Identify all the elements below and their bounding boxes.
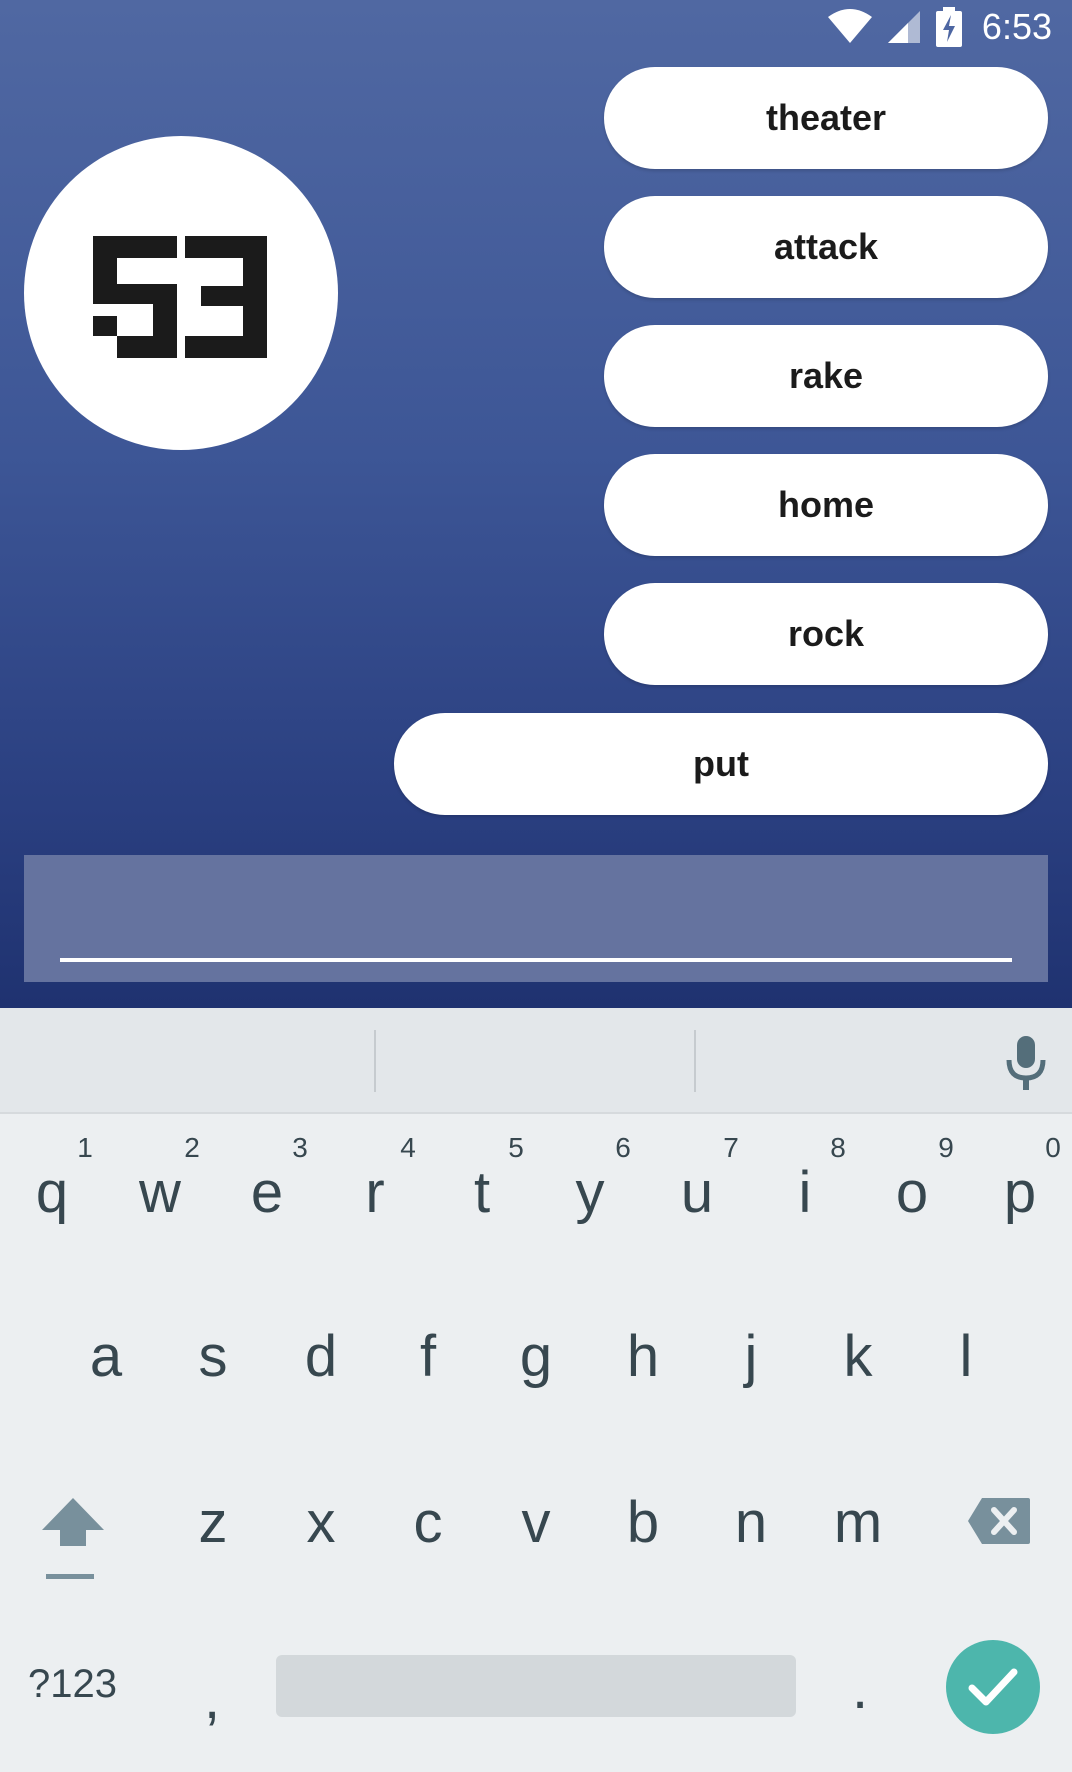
key-i[interactable]: i [765, 1164, 845, 1222]
game-screen: 6:53 53 theater attack rake home rock pu… [0, 0, 1072, 1008]
word-label: theater [765, 97, 887, 138]
key-hint: 4 [400, 1132, 416, 1163]
cell-signal-icon [886, 9, 922, 45]
key-hint: 7 [723, 1132, 739, 1163]
key-l[interactable]: l [926, 1328, 1006, 1386]
check-icon [968, 1668, 1018, 1706]
key-b[interactable]: b [603, 1494, 683, 1552]
suggestion-divider [374, 1030, 376, 1092]
key-hint: 8 [830, 1132, 846, 1163]
word-pill-1[interactable]: theater [604, 67, 1048, 169]
suggestion-divider [694, 1030, 696, 1092]
key-t[interactable]: t [442, 1164, 522, 1222]
key-w[interactable]: w [120, 1164, 200, 1222]
key-hint: 3 [292, 1132, 308, 1163]
key-m[interactable]: m [818, 1494, 898, 1552]
key-d[interactable]: d [281, 1328, 361, 1386]
key-hint: 1 [77, 1132, 93, 1163]
key-hint: 9 [938, 1132, 954, 1163]
key-x[interactable]: x [281, 1494, 361, 1552]
word-label: attack [773, 226, 879, 267]
key-k[interactable]: k [818, 1328, 898, 1386]
word-pill-2[interactable]: attack [604, 196, 1048, 298]
word-pill-6[interactable]: put [394, 713, 1048, 815]
key-n[interactable]: n [711, 1494, 791, 1552]
shift-icon[interactable] [40, 1496, 106, 1586]
key-u[interactable]: u [657, 1164, 737, 1222]
key-hint: 5 [508, 1132, 524, 1163]
key-e[interactable]: e [227, 1164, 307, 1222]
word-pill-3[interactable]: rake [604, 325, 1048, 427]
wifi-icon [827, 9, 872, 45]
key-h[interactable]: h [603, 1328, 683, 1386]
status-bar: 6:53 [0, 0, 1072, 54]
word-pill-5[interactable]: rock [604, 583, 1048, 685]
key-j[interactable]: j [711, 1328, 791, 1386]
key-f[interactable]: f [388, 1328, 468, 1386]
word-pill-4[interactable]: home [604, 454, 1048, 556]
key-r[interactable]: r [335, 1164, 415, 1222]
key-z[interactable]: z [173, 1494, 253, 1552]
word-label: home [777, 484, 874, 525]
key-comma[interactable]: , [172, 1670, 252, 1728]
spacebar[interactable] [276, 1655, 796, 1717]
battery-charging-icon [935, 7, 962, 47]
timer-value: 53 [91, 234, 93, 235]
key-q[interactable]: q [12, 1164, 92, 1222]
enter-key[interactable] [946, 1640, 1040, 1734]
word-input[interactable] [24, 855, 1048, 982]
key-g[interactable]: g [496, 1328, 576, 1386]
key-c[interactable]: c [388, 1494, 468, 1552]
key-o[interactable]: o [872, 1164, 952, 1222]
input-underline [60, 958, 1012, 962]
key-hint: 0 [1045, 1132, 1061, 1163]
symbols-key[interactable]: ?123 [28, 1662, 117, 1707]
suggestion-bar [0, 1008, 1072, 1114]
word-label: rock [787, 613, 865, 654]
clock-time: 6:53 [981, 6, 1052, 47]
key-y[interactable]: y [550, 1164, 630, 1222]
key-hint: 6 [615, 1132, 631, 1163]
countdown-timer: 53 [24, 136, 338, 450]
word-label: put [693, 743, 749, 784]
key-p[interactable]: p [980, 1164, 1060, 1222]
backspace-icon[interactable] [966, 1496, 1032, 1550]
mic-icon[interactable] [1006, 1036, 1046, 1094]
key-a[interactable]: a [66, 1328, 146, 1386]
key-s[interactable]: s [173, 1328, 253, 1386]
key-period[interactable]: . [820, 1660, 900, 1718]
word-label: rake [788, 355, 864, 396]
key-v[interactable]: v [496, 1494, 576, 1552]
timer-digits: 53 [91, 234, 267, 358]
